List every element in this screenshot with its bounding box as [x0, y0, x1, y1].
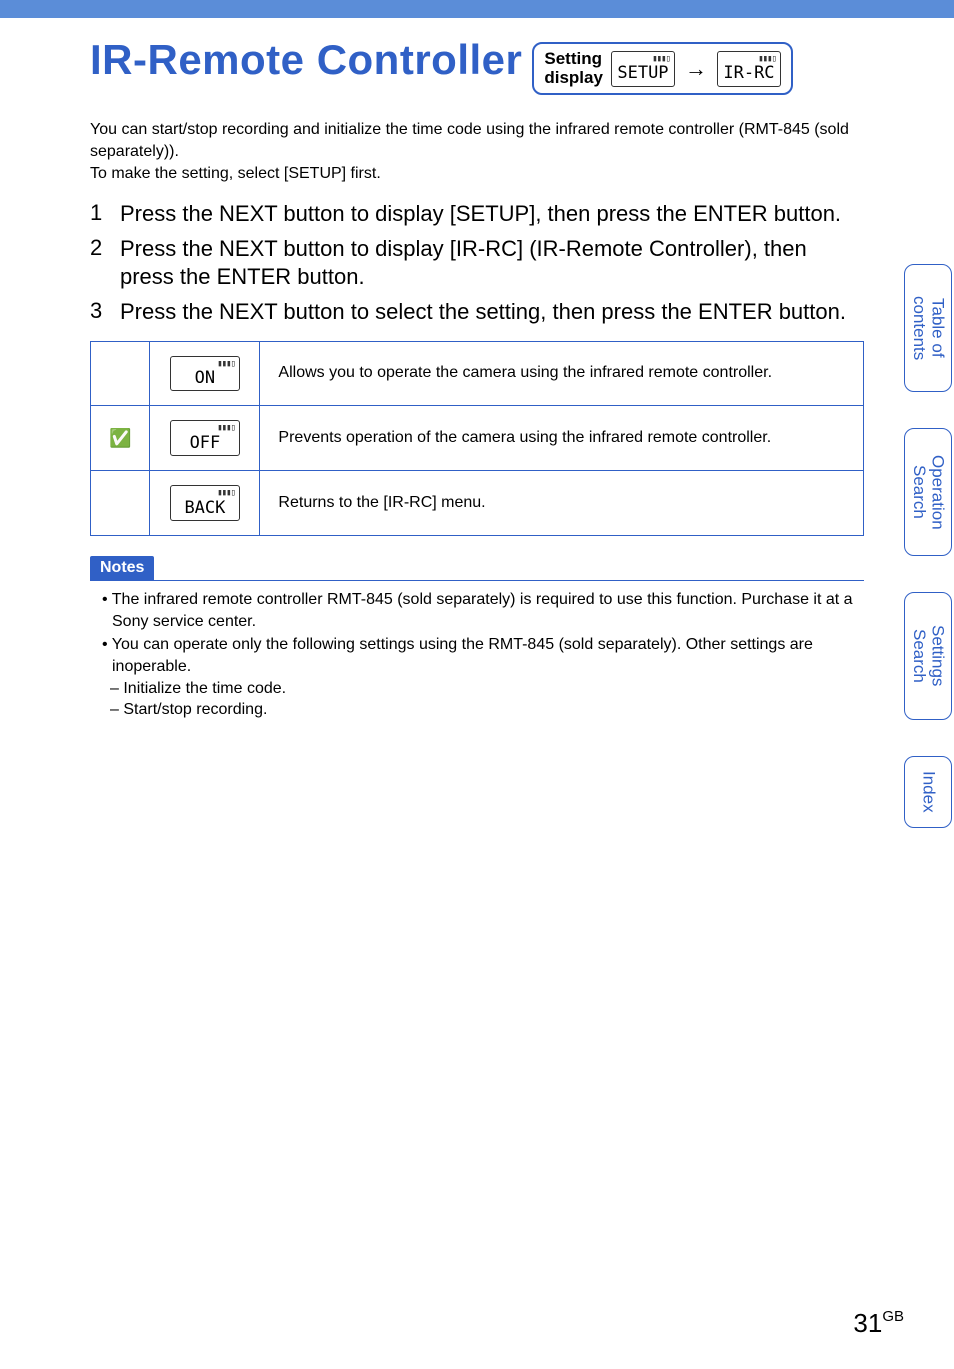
- step-3: 3 Press the NEXT button to select the se…: [90, 298, 864, 327]
- notes-heading: Notes: [90, 556, 154, 580]
- tab-operation-search[interactable]: Operation Search: [904, 428, 952, 556]
- setting-display-label-text: Setting display: [544, 50, 603, 87]
- lcd-cell: ▮▮▮▯ OFF: [150, 406, 260, 471]
- tab-settings-search[interactable]: Settings Search: [904, 592, 952, 720]
- tab-label: Settings Search: [909, 625, 946, 686]
- default-checkmark-cell: [91, 471, 150, 536]
- step-text: Press the NEXT button to display [SETUP]…: [120, 200, 841, 229]
- setting-display-label: Setting display: [544, 50, 603, 87]
- notes-list: The infrared remote controller RMT-845 (…: [90, 589, 864, 721]
- note-subitem: Start/stop recording.: [124, 699, 864, 721]
- side-nav: Table of contents Operation Search Setti…: [904, 264, 952, 828]
- lcd-off: ▮▮▮▯ OFF: [170, 420, 240, 456]
- step-text: Press the NEXT button to display [IR-RC]…: [120, 235, 864, 292]
- step-1: 1 Press the NEXT button to display [SETU…: [90, 200, 864, 229]
- steps-list: 1 Press the NEXT button to display [SETU…: [90, 200, 864, 326]
- option-desc: Returns to the [IR-RC] menu.: [260, 471, 864, 536]
- page-number: 31GB: [853, 1308, 904, 1339]
- page-title: IR-Remote Controller: [90, 36, 522, 84]
- lcd-cell: ▮▮▮▯ ON: [150, 341, 260, 406]
- setting-display-box: Setting display ▮▮▮▯ SETUP → ▮▮▮▯ IR-RC: [532, 42, 793, 95]
- lcd-on: ▮▮▮▯ ON: [170, 356, 240, 392]
- note-item: You can operate only the following setti…: [90, 634, 864, 720]
- notes-rule: [90, 580, 864, 581]
- lcd-irrc-text: IR-RC: [723, 63, 774, 83]
- intro-p2: To make the setting, select [SETUP] firs…: [90, 163, 864, 185]
- lcd-irrc: ▮▮▮▯ IR-RC: [717, 51, 781, 87]
- lcd-setup: ▮▮▮▯ SETUP: [611, 51, 675, 87]
- page-number-suffix: GB: [882, 1308, 904, 1325]
- table-row: ▮▮▮▯ ON Allows you to operate the camera…: [91, 341, 864, 406]
- step-2: 2 Press the NEXT button to display [IR-R…: [90, 235, 864, 292]
- note-item-text: You can operate only the following setti…: [112, 636, 813, 675]
- lcd-setup-text: SETUP: [617, 63, 668, 83]
- lcd-back-text: BACK: [184, 498, 225, 518]
- option-desc: Allows you to operate the camera using t…: [260, 341, 864, 406]
- step-number: 1: [90, 200, 110, 229]
- step-number: 2: [90, 235, 110, 292]
- options-table: ▮▮▮▯ ON Allows you to operate the camera…: [90, 341, 864, 537]
- default-checkmark-cell: [91, 341, 150, 406]
- notes-sublist: Initialize the time code. Start/stop rec…: [124, 678, 864, 721]
- table-row: ✅ ▮▮▮▯ OFF Prevents operation of the cam…: [91, 406, 864, 471]
- lcd-on-text: ON: [195, 368, 215, 388]
- step-text: Press the NEXT button to select the sett…: [120, 298, 846, 327]
- lcd-off-text: OFF: [190, 433, 221, 453]
- tab-table-of-contents[interactable]: Table of contents: [904, 264, 952, 392]
- intro-p1: You can start/stop recording and initial…: [90, 119, 864, 162]
- page-content: IR-Remote Controller Setting display ▮▮▮…: [0, 18, 954, 721]
- note-item: The infrared remote controller RMT-845 (…: [90, 589, 864, 632]
- option-desc: Prevents operation of the camera using t…: [260, 406, 864, 471]
- intro-block: You can start/stop recording and initial…: [90, 119, 864, 184]
- tab-index[interactable]: Index: [904, 756, 952, 828]
- page-number-value: 31: [853, 1308, 882, 1338]
- lcd-cell: ▮▮▮▯ BACK: [150, 471, 260, 536]
- tab-label: Table of contents: [909, 296, 946, 360]
- table-row: ▮▮▮▯ BACK Returns to the [IR-RC] menu.: [91, 471, 864, 536]
- step-number: 3: [90, 298, 110, 327]
- tab-label: Index: [919, 771, 938, 813]
- tab-label: Operation Search: [909, 455, 946, 530]
- title-row: IR-Remote Controller Setting display ▮▮▮…: [90, 36, 864, 95]
- note-subitem: Initialize the time code.: [124, 678, 864, 700]
- top-accent-bar: [0, 0, 954, 18]
- lcd-back: ▮▮▮▯ BACK: [170, 485, 240, 521]
- arrow-right-icon: →: [683, 56, 709, 82]
- default-checkmark-cell: ✅: [91, 406, 150, 471]
